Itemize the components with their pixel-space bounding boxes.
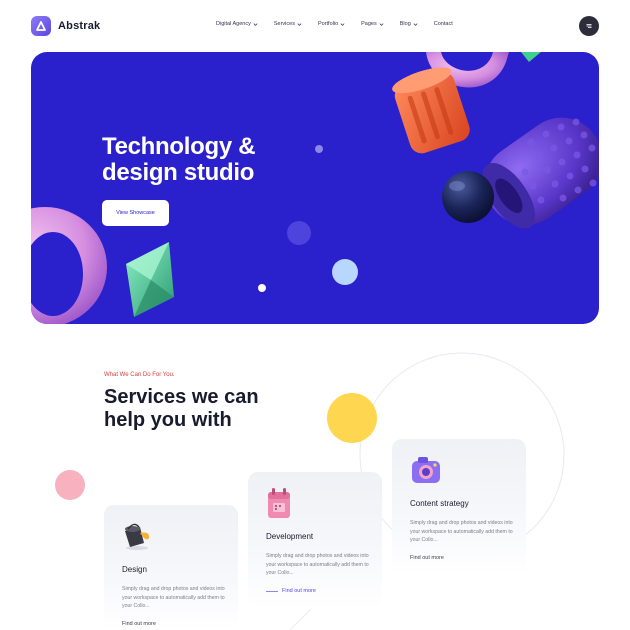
dot-light-blue-shape [332, 259, 358, 285]
card-text: Simply drag and drop photos and videos i… [266, 553, 369, 576]
chevron-down-icon [297, 22, 302, 26]
nav-item-label: Services [273, 21, 295, 27]
find-out-more-link[interactable]: Find out more [122, 621, 156, 627]
hero-title: Technology & design studio [102, 133, 256, 186]
nav-item-pages[interactable]: Pages [361, 21, 384, 27]
nav-item-label: Contact [433, 21, 453, 27]
nav-item-label: Portfolio [317, 21, 339, 27]
card-text: Simply drag and drop photos and videos i… [122, 586, 225, 609]
nav-item-digital-agency[interactable]: Digital Agency [216, 21, 258, 27]
dot-medium-shape [287, 221, 311, 245]
nav-item-portfolio[interactable]: Portfolio [318, 21, 345, 27]
card-title: Design [122, 565, 147, 574]
sphere-highlight-shape [449, 181, 465, 191]
calendar-icon [268, 488, 290, 518]
pink-circle-shape [55, 470, 85, 500]
service-card-content-strategy[interactable]: Content strategy Simply drag and drop ph… [392, 439, 526, 576]
yellow-circle-shape [327, 393, 377, 443]
services-title-line: Services we can [104, 386, 259, 408]
link-label: Find out more [410, 555, 444, 561]
nav-item-services[interactable]: Services [274, 21, 302, 27]
chevron-down-icon [253, 22, 258, 26]
link-dash-icon [266, 590, 278, 592]
view-showcase-button[interactable]: View Showcase [102, 200, 169, 226]
card-text: Simply drag and drop photos and videos i… [410, 520, 513, 543]
nav-item-blog[interactable]: Blog [400, 21, 418, 27]
link-label: Find out more [122, 621, 156, 627]
nav-item-label: Blog [399, 21, 411, 27]
logo-mark-icon [31, 16, 51, 36]
services-title-line: help you with [104, 409, 232, 431]
main-nav: Digital Agency Services Portfolio Pages … [216, 21, 453, 27]
find-out-more-link[interactable]: Find out more [410, 555, 444, 561]
dot-small-shape [315, 145, 323, 153]
nav-item-contact[interactable]: Contact [434, 21, 453, 27]
green-corner-shape [521, 52, 541, 62]
nav-item-label: Digital Agency [216, 21, 251, 27]
hero-banner: Technology & design studio View Showcase [31, 52, 599, 324]
services-eyebrow: What We Can Do For You. [104, 372, 175, 378]
services-title: Services we can help you with [104, 386, 259, 432]
hero-decoration [31, 52, 599, 324]
site-header: Abstrak Digital Agency Services Portfoli… [0, 0, 630, 52]
hero-title-line: design studio [102, 159, 255, 186]
service-card-development[interactable]: Development Simply drag and drop photos … [248, 472, 382, 609]
paint-bucket-icon [125, 523, 150, 550]
find-out-more-link[interactable]: Find out more [266, 588, 316, 594]
brand-name: Abstrak [58, 20, 101, 32]
purple-roller-shape [482, 117, 599, 229]
chevron-down-icon [340, 22, 345, 26]
menu-icon [586, 24, 592, 28]
nav-item-label: Pages [361, 21, 377, 27]
pink-torus-left-shape [31, 207, 107, 324]
service-card-design[interactable]: Design Simply drag and drop photos and v… [104, 505, 238, 630]
logo[interactable]: Abstrak [31, 16, 100, 36]
chevron-down-icon [379, 22, 384, 26]
card-title: Development [266, 532, 314, 541]
chevron-down-icon [413, 22, 418, 26]
hero-title-line: Technology & [102, 133, 256, 160]
dot-white-shape [258, 284, 266, 292]
link-label: Find out more [282, 588, 316, 594]
camera-icon [412, 457, 440, 483]
navy-sphere-shape [442, 171, 494, 223]
menu-button[interactable] [579, 16, 599, 36]
green-gem-shape [126, 242, 174, 317]
card-title: Content strategy [410, 499, 469, 508]
